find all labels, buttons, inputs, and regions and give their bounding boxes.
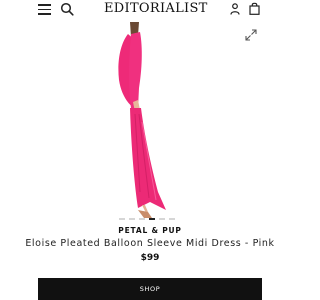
gallery-dot[interactable] <box>169 218 175 220</box>
site-logo[interactable]: EDITORIALIST <box>104 1 207 16</box>
model-shoes <box>138 210 152 218</box>
site-header: EDITORIALIST <box>0 0 300 22</box>
gallery-dot[interactable] <box>129 218 135 220</box>
shopping-bag-icon[interactable] <box>249 2 260 15</box>
dress-bodice <box>129 32 142 108</box>
user-account-icon[interactable] <box>230 3 240 15</box>
gallery-dot-active[interactable] <box>149 218 155 220</box>
product-image <box>118 22 166 218</box>
gallery-dot[interactable] <box>119 218 125 220</box>
product-brand[interactable]: PETAL & PUP <box>0 226 300 235</box>
gallery-dot[interactable] <box>159 218 165 220</box>
product-image-gallery[interactable] <box>0 22 300 220</box>
product-name: Eloise Pleated Balloon Sleeve Midi Dress… <box>25 238 275 249</box>
hamburger-menu-icon[interactable] <box>38 4 51 15</box>
product-price: $99 <box>140 253 160 263</box>
shop-button[interactable]: SHOP <box>38 278 262 300</box>
gallery-dot[interactable] <box>139 218 145 220</box>
gallery-pagination <box>119 218 183 221</box>
expand-icon[interactable] <box>244 28 258 42</box>
search-icon[interactable] <box>60 2 74 16</box>
